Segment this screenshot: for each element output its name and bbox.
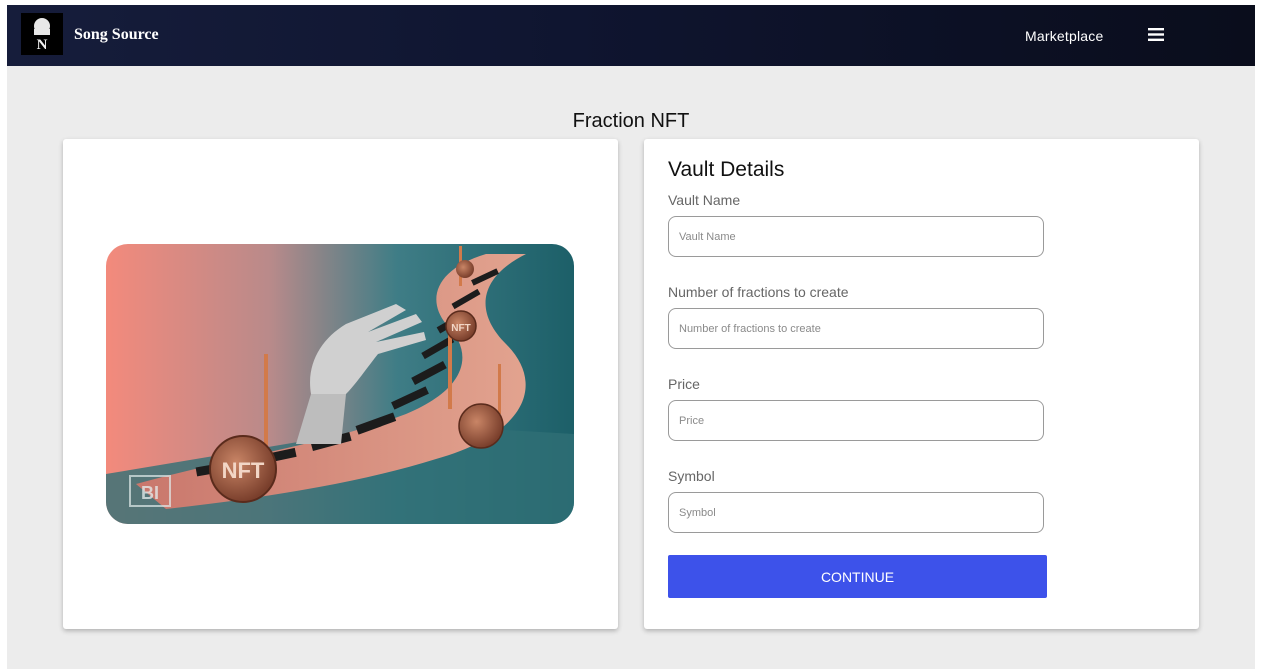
- app-frame: N Song Source Marketplace Fraction NFT N…: [7, 5, 1255, 669]
- nft-image-card: NFT NFT BI: [63, 139, 618, 629]
- brand-logo-icon[interactable]: N: [21, 13, 63, 55]
- continue-button[interactable]: CONTINUE: [668, 555, 1047, 598]
- price-label: Price: [668, 376, 700, 392]
- page-title: Fraction NFT: [572, 110, 690, 132]
- hamburger-menu-icon[interactable]: [1148, 28, 1164, 41]
- vault-details-title: Vault Details: [668, 158, 785, 181]
- image-watermark: BI: [141, 483, 159, 503]
- price-input[interactable]: [668, 400, 1044, 441]
- svg-text:N: N: [37, 37, 48, 53]
- vault-name-label: Vault Name: [668, 192, 741, 208]
- brand-name[interactable]: Song Source: [74, 26, 159, 44]
- top-navbar: N Song Source Marketplace: [7, 5, 1255, 66]
- symbol-label: Symbol: [668, 468, 715, 484]
- vault-name-input[interactable]: [668, 216, 1044, 257]
- fractions-count-input[interactable]: [668, 308, 1044, 349]
- symbol-input[interactable]: [668, 492, 1044, 533]
- nft-coin-label-small: NFT: [451, 323, 470, 334]
- nft-artwork-image: NFT NFT BI: [106, 244, 574, 524]
- vault-details-card: Vault Details Vault Name Number of fract…: [644, 139, 1199, 629]
- nft-coin-label-large: NFT: [222, 458, 265, 483]
- fractions-count-label: Number of fractions to create: [668, 284, 849, 300]
- nav-marketplace-link[interactable]: Marketplace: [1025, 28, 1103, 44]
